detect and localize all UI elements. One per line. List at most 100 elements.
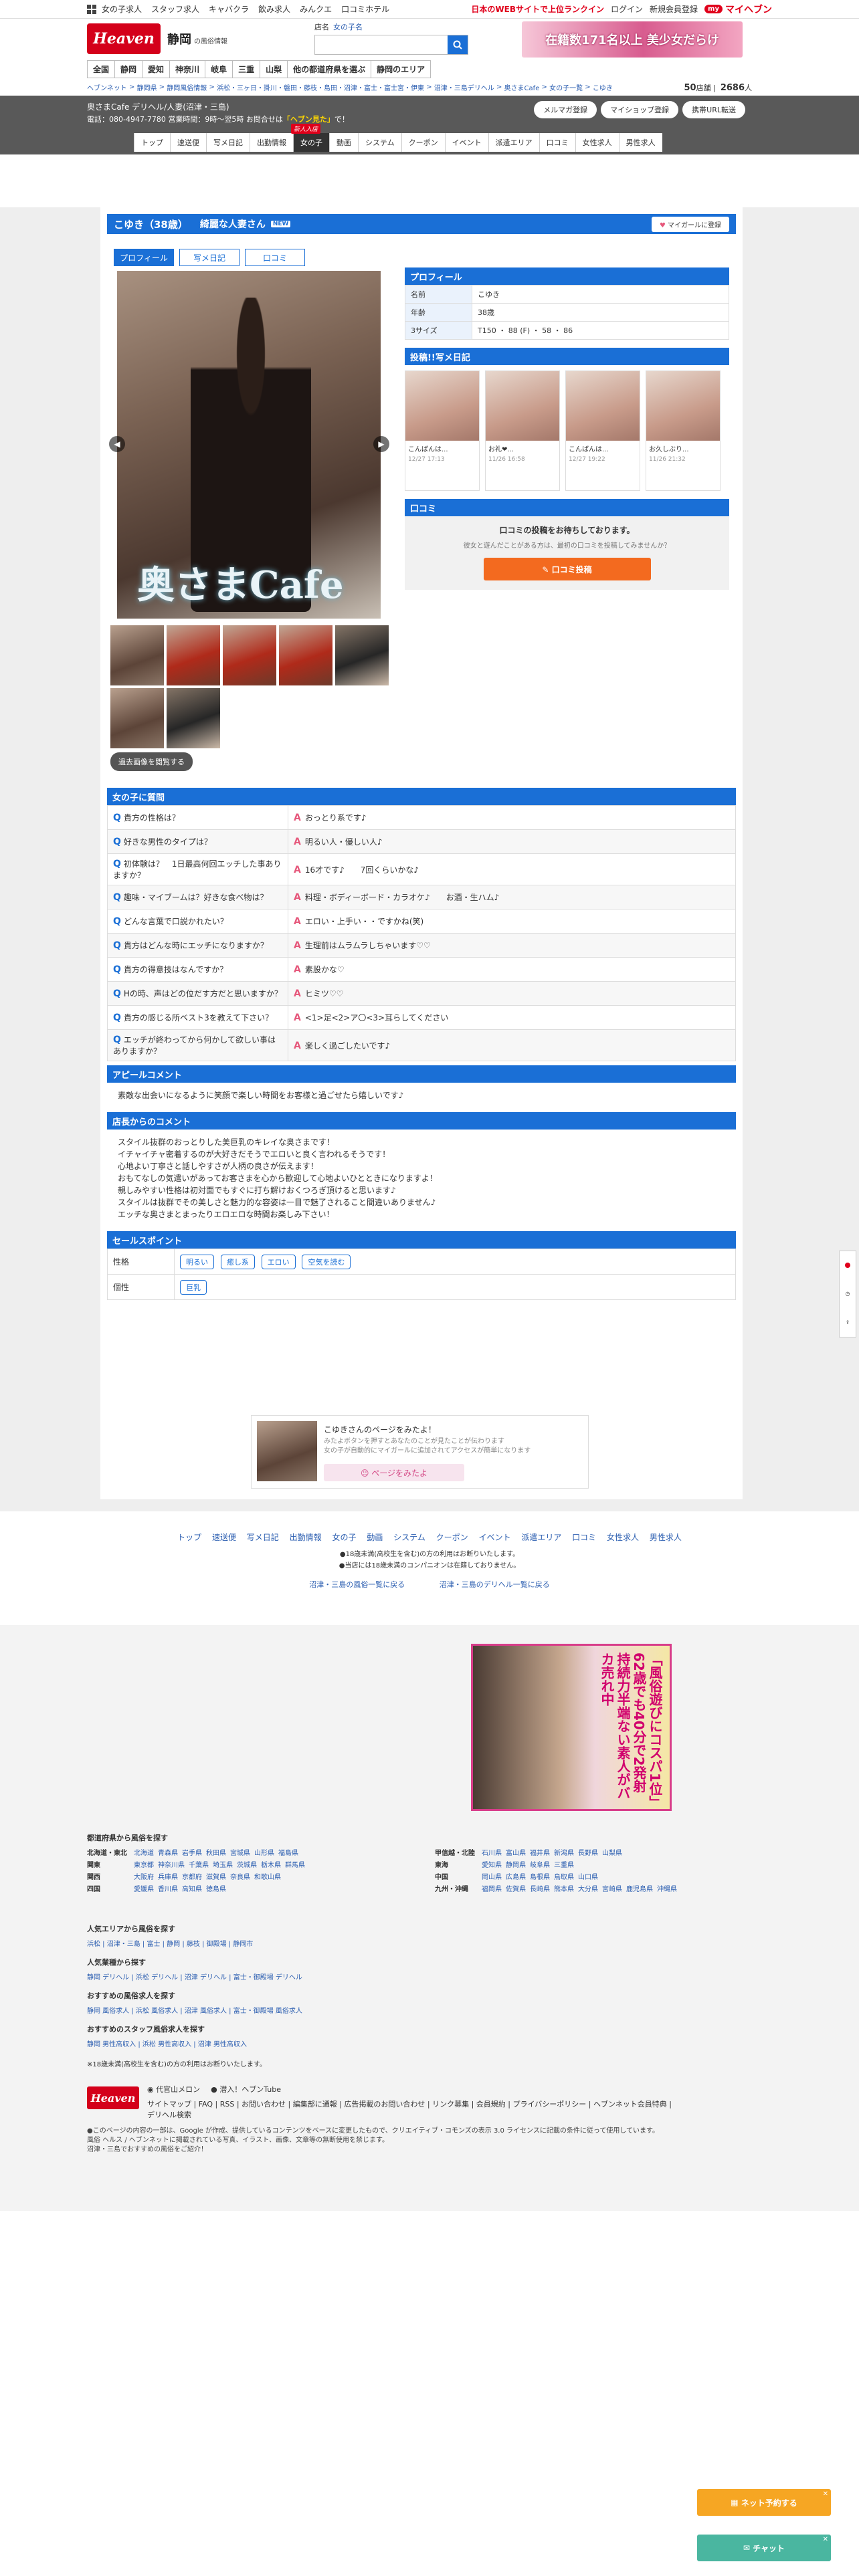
login-link[interactable]: ログイン <box>611 3 643 15</box>
footer-link-tube[interactable]: ● 潜入！ヘブンTube <box>211 2084 281 2095</box>
pref-link[interactable]: 埼玉県 <box>213 1859 233 1869</box>
search-button[interactable] <box>448 35 468 54</box>
footer-logo[interactable]: Heaven <box>87 2086 139 2109</box>
breadcrumb-item[interactable]: 浜松・三ヶ日・掛川・磐田・藤枝・島田・沼津・富士・富士宮・伊東 <box>217 82 424 92</box>
photo-thumbnail[interactable] <box>110 625 164 685</box>
pref-link[interactable]: 新潟県 <box>554 1847 574 1857</box>
back-to-fuzoku-list[interactable]: 沼津・三島の風俗一覧に戻る <box>309 1580 405 1589</box>
bottom-link[interactable]: イベント <box>478 1533 510 1542</box>
pref-link[interactable]: 茨城県 <box>237 1859 257 1869</box>
top-link[interactable]: 女の子求人 <box>102 3 142 15</box>
pref-link[interactable]: 愛知県 <box>482 1859 502 1869</box>
pref-tab[interactable]: 三重 <box>232 60 261 78</box>
pref-link[interactable]: 富山県 <box>506 1847 526 1857</box>
shop-nav-item[interactable]: 男性求人 <box>618 133 662 152</box>
search-mode-girl[interactable]: 女の子名 <box>333 21 363 32</box>
pref-link[interactable]: 栃木県 <box>261 1859 281 1869</box>
footer-link-melon[interactable]: ◉ 代官山メロン <box>147 2084 200 2095</box>
pref-link[interactable]: 沖縄県 <box>657 1883 677 1893</box>
pref-link[interactable]: 岡山県 <box>482 1871 502 1881</box>
side-float-toolbar[interactable]: ◷ ⇪ <box>839 1251 856 1337</box>
pref-link[interactable]: 京都府 <box>182 1871 202 1881</box>
footer-links[interactable]: | FAQ | RSS | お問い合わせ | 編集部に通報 | 広告掲載のお問い… <box>194 2100 672 2109</box>
next-photo-button[interactable]: ▶ <box>373 436 389 452</box>
pref-link[interactable]: 高知県 <box>182 1883 202 1893</box>
bottom-link[interactable]: 口コミ <box>572 1533 596 1542</box>
pref-link[interactable]: 福井県 <box>530 1847 550 1857</box>
photo-thumbnail[interactable] <box>279 625 332 685</box>
sales-chip[interactable]: 空気を読む <box>302 1254 351 1269</box>
close-icon[interactable]: ✕ <box>823 2490 828 2498</box>
shop-nav-item[interactable]: イベント <box>444 133 488 152</box>
shop-nav-item[interactable]: 速送便 <box>170 133 206 152</box>
sales-chip[interactable]: 癒し系 <box>220 1254 255 1269</box>
top-link[interactable]: スタッフ求人 <box>151 3 199 15</box>
sitemap-link[interactable]: サイトマップ <box>147 2100 191 2109</box>
pref-link[interactable]: 徳島県 <box>206 1883 226 1893</box>
pref-link[interactable]: 東京都 <box>134 1859 154 1869</box>
pref-link[interactable]: 島根県 <box>530 1871 550 1881</box>
pref-link[interactable]: 石川県 <box>482 1847 502 1857</box>
pref-link[interactable]: 鹿児島県 <box>626 1883 653 1893</box>
pref-link[interactable]: 滋賀県 <box>206 1871 226 1881</box>
back-to-deriheru-list[interactable]: 沼津・三島のデリヘル一覧に戻る <box>440 1580 550 1589</box>
bottom-link[interactable]: 女性求人 <box>607 1533 639 1542</box>
my-shop-button[interactable]: マイショップ登録 <box>601 101 679 118</box>
photo-thumbnail[interactable] <box>167 625 220 685</box>
breadcrumb-item[interactable]: 女の子一覧 <box>549 82 583 92</box>
pref-link[interactable]: 和歌山県 <box>254 1871 281 1881</box>
pref-link[interactable]: 宮崎県 <box>602 1883 622 1893</box>
bottom-link[interactable]: 速送便 <box>212 1533 236 1542</box>
site-logo[interactable]: Heaven <box>87 23 161 54</box>
pref-link[interactable]: 香川県 <box>158 1883 178 1893</box>
top-link[interactable]: 飲み求人 <box>258 3 290 15</box>
top-link[interactable]: みんクエ <box>300 3 332 15</box>
main-photo[interactable]: 奥さまCafe <box>117 271 381 619</box>
pref-link[interactable]: 大阪府 <box>134 1871 154 1881</box>
tab-diary[interactable]: 写メ日記 <box>179 249 240 266</box>
diary-card[interactable]: こんばんは... 12/27 19:22 <box>565 370 640 491</box>
pref-tab[interactable]: 山梨 <box>260 60 288 78</box>
pref-link[interactable]: 宮城県 <box>230 1847 250 1857</box>
pref-link[interactable]: 山形県 <box>254 1847 274 1857</box>
old-photos-button[interactable]: 過去画像を閲覧する <box>110 752 193 771</box>
pref-tab[interactable]: 愛知 <box>142 60 171 78</box>
pref-link[interactable]: 佐賀県 <box>506 1883 526 1893</box>
add-my-girl-button[interactable]: ♥ マイガールに登録 <box>651 216 729 232</box>
pref-link[interactable]: 神奈川県 <box>158 1859 185 1869</box>
pref-link[interactable]: 福島県 <box>278 1847 298 1857</box>
chat-button[interactable]: ✉ チャット ✕ <box>697 2535 831 2561</box>
pref-link[interactable]: 熊本県 <box>554 1883 574 1893</box>
photo-thumbnail[interactable] <box>167 688 220 748</box>
pref-link[interactable]: 山梨県 <box>602 1847 622 1857</box>
pref-link[interactable]: 三重県 <box>554 1859 574 1869</box>
net-reserve-button[interactable]: ▦ ネット予約する ✕ <box>697 2489 831 2516</box>
popular-type-links[interactable]: 静岡 デリヘル | 浜松 デリヘル | 沼津 デリヘル | 富士・御殿場 デリヘ… <box>87 1971 302 1981</box>
pref-link[interactable]: 静岡県 <box>506 1859 526 1869</box>
pref-link[interactable]: 長崎県 <box>530 1883 550 1893</box>
pref-link[interactable]: 長野県 <box>578 1847 598 1857</box>
diary-card[interactable]: こんばんは... 12/27 17:13 <box>405 370 480 491</box>
photo-thumbnail[interactable] <box>335 625 389 685</box>
prev-photo-button[interactable]: ◀ <box>109 436 125 452</box>
footer-ad-banner[interactable]: 「風俗遊びにコスパ1位」62歳でも40分で2発射 持続力半端ない素人がバカ売れ中 <box>471 1644 672 1811</box>
pref-link[interactable]: 山口県 <box>578 1871 598 1881</box>
pref-link[interactable]: 大分県 <box>578 1883 598 1893</box>
photo-thumbnail[interactable] <box>223 625 276 685</box>
mobile-url-button[interactable]: 携帯URL転送 <box>682 101 745 118</box>
breadcrumb-item[interactable]: ヘブンネット <box>87 82 127 92</box>
tab-reviews[interactable]: 口コミ <box>245 249 305 266</box>
photo-thumbnail[interactable] <box>110 688 164 748</box>
top-link[interactable]: 口コミホテル <box>341 3 389 15</box>
bottom-link[interactable]: 女の子 <box>332 1533 356 1542</box>
shop-nav-top[interactable]: トップ <box>134 133 170 152</box>
my-heaven-link[interactable]: my マイヘブン <box>704 3 772 16</box>
pref-link[interactable]: 青森県 <box>158 1847 178 1857</box>
pref-link[interactable]: 群馬県 <box>285 1859 305 1869</box>
breadcrumb-item[interactable]: 奥さまCafe <box>504 82 540 92</box>
shop-nav-girls[interactable]: 新人入店 女の子 <box>291 124 329 152</box>
shop-nav-item[interactable]: 動画 <box>329 133 358 152</box>
pref-tab[interactable]: 静岡 <box>114 60 143 78</box>
bottom-link[interactable]: 写メ日記 <box>247 1533 279 1542</box>
pref-tab[interactable]: 神奈川 <box>169 60 206 78</box>
